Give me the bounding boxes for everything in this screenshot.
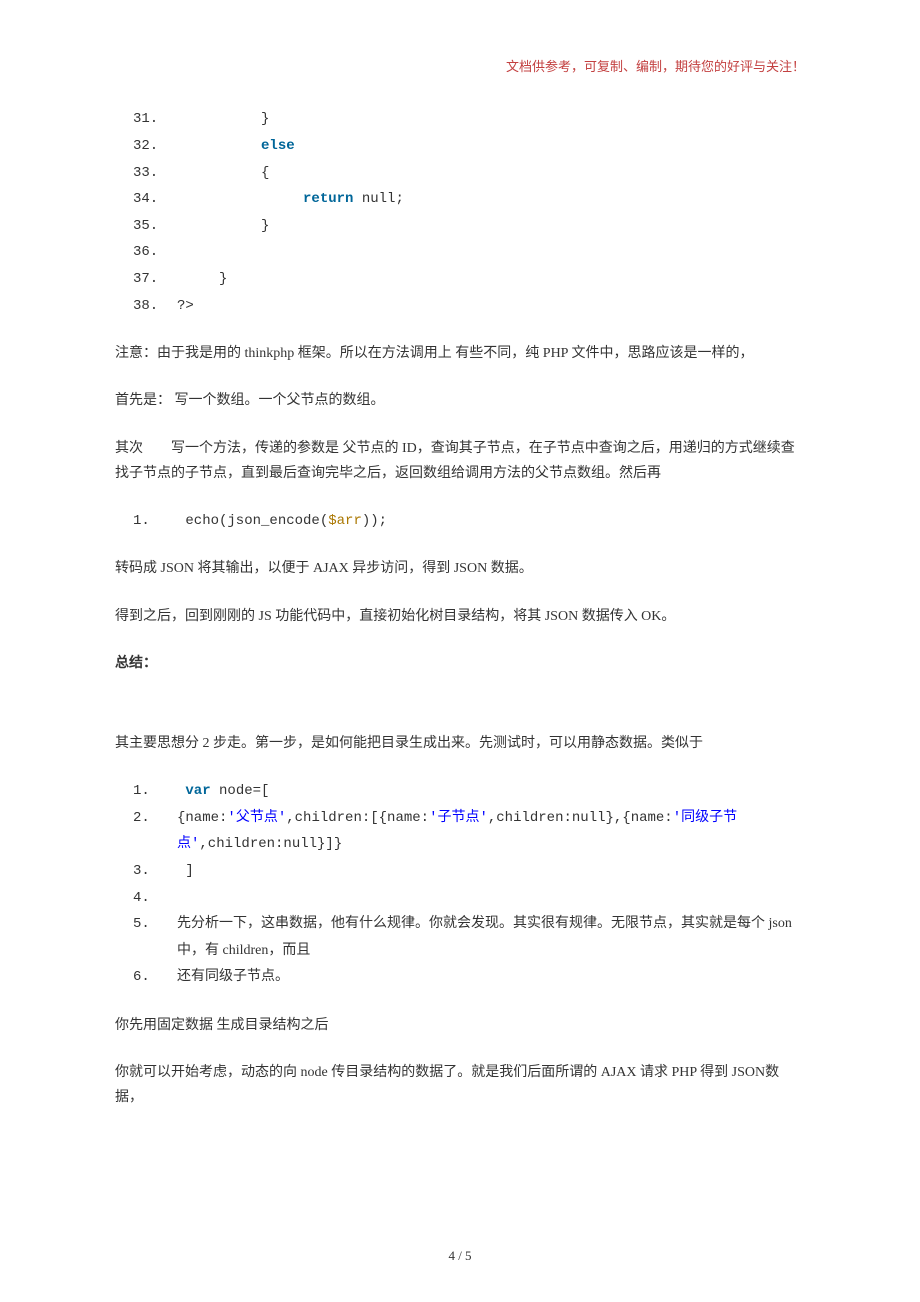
variable: $arr <box>328 513 362 529</box>
code-text: {name: <box>177 810 227 826</box>
paragraph: 首先是： 写一个数组。一个父节点的数组。 <box>115 388 805 413</box>
code-content: } <box>177 266 805 293</box>
line-number: 3. <box>115 858 177 885</box>
keyword-else: else <box>261 138 295 154</box>
code-content <box>177 885 805 912</box>
paragraph: 转码成 JSON 将其输出，以便于 AJAX 异步访问，得到 JSON 数据。 <box>115 556 805 581</box>
line-number: 37. <box>115 266 177 293</box>
code-line: 34. return null; <box>115 186 805 213</box>
code-line: 4. <box>115 885 805 912</box>
code-line: 36. <box>115 239 805 266</box>
code-content: else <box>177 133 805 160</box>
code-line: 5. 先分析一下，这串数据，他有什么规律。你就会发现。其实很有规律。无限节点，其… <box>115 911 805 964</box>
code-line: 32. else <box>115 133 805 160</box>
line-number: 34. <box>115 186 177 213</box>
paragraph: 其次 写一个方法，传递的参数是 父节点的 ID，查询其子节点，在子节点中查询之后… <box>115 436 805 486</box>
code-content: return null; <box>177 186 805 213</box>
line-number: 36. <box>115 239 177 266</box>
code-content: echo(json_encode($arr)); <box>177 508 805 535</box>
code-content: 还有同级子节点。 <box>177 964 805 991</box>
code-content: } <box>177 213 805 240</box>
code-content: 先分析一下，这串数据，他有什么规律。你就会发现。其实很有规律。无限节点，其实就是… <box>177 911 805 964</box>
paragraph: 注意：由于我是用的 thinkphp 框架。所以在方法调用上 有些不同，纯 PH… <box>115 341 805 366</box>
keyword-return: return <box>303 191 353 207</box>
line-number: 33. <box>115 160 177 187</box>
paragraph: 你就可以开始考虑，动态的向 node 传目录结构的数据了。就是我们后面所谓的 A… <box>115 1060 805 1110</box>
string-literal: '父节点' <box>227 810 286 826</box>
code-content: ] <box>177 858 805 885</box>
line-number: 6. <box>115 964 177 991</box>
code-block-2: 1. echo(json_encode($arr)); <box>115 508 805 535</box>
code-text: node=[ <box>211 783 270 799</box>
line-number: 32. <box>115 133 177 160</box>
code-content: ?> <box>177 293 805 320</box>
page-footer: 4 / 5 <box>0 1244 920 1267</box>
line-number: 1. <box>115 778 177 805</box>
code-text: )); <box>362 513 387 529</box>
code-line: 2. {name:'父节点',children:[{name:'子节点',chi… <box>115 805 805 858</box>
code-line: 3. ] <box>115 858 805 885</box>
code-line: 31. } <box>115 106 805 133</box>
code-content: var node=[ <box>177 778 805 805</box>
code-text: null; <box>353 191 403 207</box>
code-block-3: 1. var node=[ 2. {name:'父节点',children:[{… <box>115 778 805 991</box>
heading-summary: 总结： <box>115 651 805 676</box>
code-content: } <box>177 106 805 133</box>
paragraph: 得到之后，回到刚刚的 JS 功能代码中，直接初始化树目录结构，将其 JSON 数… <box>115 604 805 629</box>
paragraph: 你先用固定数据 生成目录结构之后 <box>115 1013 805 1038</box>
code-content: {name:'父节点',children:[{name:'子节点',childr… <box>177 805 805 858</box>
code-line: 1. echo(json_encode($arr)); <box>115 508 805 535</box>
code-block-1: 31. } 32. else 33. { 34. return null; 35… <box>115 106 805 319</box>
line-number: 1. <box>115 508 177 535</box>
code-line: 1. var node=[ <box>115 778 805 805</box>
code-line: 38. ?> <box>115 293 805 320</box>
line-number: 35. <box>115 213 177 240</box>
code-text: ,children:null}]} <box>199 836 342 852</box>
line-number: 31. <box>115 106 177 133</box>
code-line: 35. } <box>115 213 805 240</box>
line-number: 4. <box>115 885 177 912</box>
code-text: ,children:null},{name: <box>488 810 673 826</box>
string-literal: '子节点' <box>429 810 488 826</box>
code-text: ,children:[{name: <box>286 810 429 826</box>
paragraph: 其主要思想分 2 步走。第一步，是如何能把目录生成出来。先测试时，可以用静态数据… <box>115 731 805 756</box>
line-number: 38. <box>115 293 177 320</box>
header-note: 文档供参考，可复制、编制，期待您的好评与关注！ <box>115 55 805 78</box>
code-content: { <box>177 160 805 187</box>
code-line: 33. { <box>115 160 805 187</box>
code-line: 6. 还有同级子节点。 <box>115 964 805 991</box>
keyword-var: var <box>185 783 210 799</box>
line-number: 5. <box>115 911 177 938</box>
code-text: echo(json_encode( <box>177 513 328 529</box>
line-number: 2. <box>115 805 177 832</box>
code-line: 37. } <box>115 266 805 293</box>
